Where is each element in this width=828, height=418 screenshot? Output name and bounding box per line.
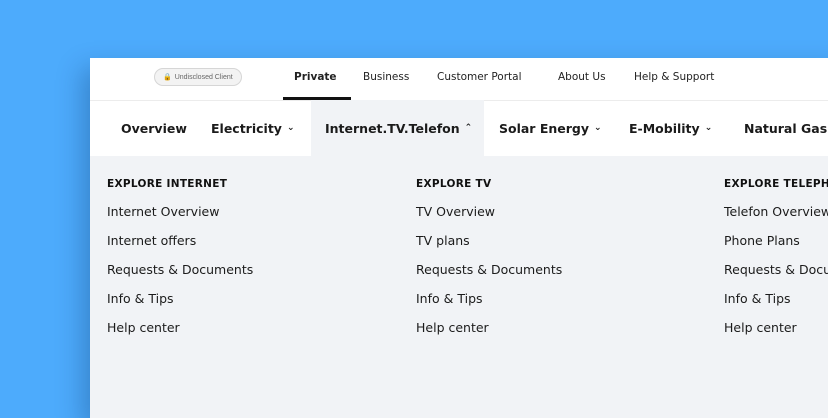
toplink-private[interactable]: Private <box>294 71 337 83</box>
chevron-down-icon: ⌄ <box>594 123 602 133</box>
menu-link[interactable]: Phone Plans <box>724 233 828 248</box>
lock-icon: 🔒 <box>163 74 172 81</box>
nav-item-electricity[interactable]: Electricity ⌄ <box>211 100 295 156</box>
nav-item-overview[interactable]: Overview <box>121 100 187 156</box>
client-badge: 🔒 Undisclosed Client <box>154 68 242 86</box>
menu-link[interactable]: TV Overview <box>416 204 562 219</box>
toplink-about-us[interactable]: About Us <box>558 71 606 83</box>
column-title: EXPLORE TELEPHONE <box>724 178 828 190</box>
toplink-customer-portal[interactable]: Customer Portal <box>437 71 522 83</box>
chevron-down-icon: ⌄ <box>286 123 295 133</box>
menu-link[interactable]: Help center <box>724 320 828 335</box>
menu-column-telephone: EXPLORE TELEPHONE Telefon Overview Phone… <box>724 178 828 335</box>
toplink-help-support[interactable]: Help & Support <box>634 71 714 83</box>
nav-item-label: Internet.TV.Telefon <box>325 120 460 136</box>
menu-column-tv: EXPLORE TV TV Overview TV plans Requests… <box>416 178 562 335</box>
menu-link[interactable]: Requests & Documents <box>107 262 253 277</box>
menu-link[interactable]: Internet Overview <box>107 204 253 219</box>
nav-item-solar-energy[interactable]: Solar Energy ⌄ <box>499 100 602 156</box>
mega-menu-dropdown: EXPLORE INTERNET Internet Overview Inter… <box>90 156 828 418</box>
nav-item-e-mobility[interactable]: E-Mobility ⌄ <box>629 100 712 156</box>
chevron-up-icon: ⌃ <box>464 123 473 133</box>
column-title: EXPLORE TV <box>416 178 492 190</box>
menu-link[interactable]: Requests & Documents <box>724 262 828 277</box>
nav-item-label: Electricity <box>211 120 282 136</box>
menu-link[interactable]: Internet offers <box>107 233 253 248</box>
browser-window: 🔒 Undisclosed Client Private Business Cu… <box>90 58 828 418</box>
menu-link[interactable]: Help center <box>107 320 253 335</box>
nav-item-label: Overview <box>121 120 187 136</box>
nav-item-label: Natural Gas <box>744 120 828 136</box>
toplink-business[interactable]: Business <box>363 71 409 83</box>
menu-column-internet: EXPLORE INTERNET Internet Overview Inter… <box>107 178 253 335</box>
menu-link[interactable]: Help center <box>416 320 562 335</box>
nav-item-label: E-Mobility <box>629 120 700 136</box>
nav-item-internet-tv-telefon[interactable]: Internet.TV.Telefon ⌃ <box>311 100 484 156</box>
menu-link[interactable]: Info & Tips <box>416 291 562 306</box>
main-nav: Overview Electricity ⌄ Internet.TV.Telef… <box>90 100 828 156</box>
menu-link[interactable]: TV plans <box>416 233 562 248</box>
menu-link[interactable]: Telefon Overview <box>724 204 828 219</box>
nav-item-natural-gas[interactable]: Natural Gas <box>744 100 827 156</box>
utility-bar: 🔒 Undisclosed Client Private Business Cu… <box>90 58 828 101</box>
menu-link[interactable]: Info & Tips <box>107 291 253 306</box>
menu-link[interactable]: Requests & Documents <box>416 262 562 277</box>
chevron-down-icon: ⌄ <box>704 123 713 133</box>
nav-item-label: Solar Energy <box>499 120 590 136</box>
menu-link[interactable]: Info & Tips <box>724 291 828 306</box>
client-badge-label: Undisclosed Client <box>174 73 233 81</box>
column-title: EXPLORE INTERNET <box>107 178 228 190</box>
